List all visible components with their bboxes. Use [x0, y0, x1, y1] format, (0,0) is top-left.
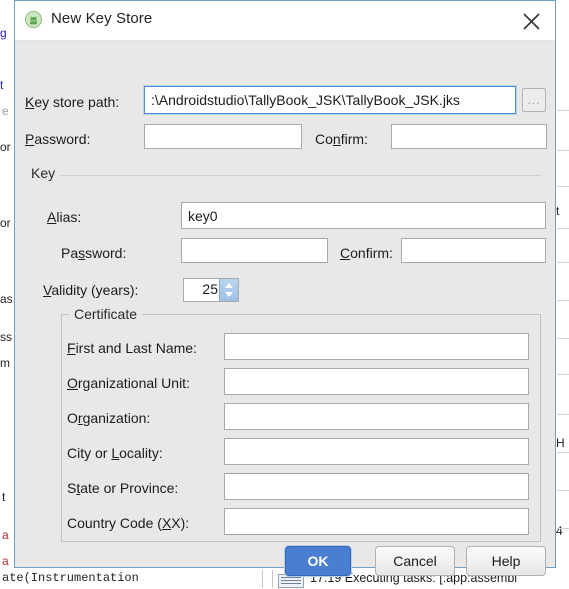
chevron-down-icon[interactable] — [225, 292, 233, 297]
city-or-locality-label: City or Locality: — [67, 445, 163, 461]
validity-years-stepper[interactable]: 25 — [183, 278, 239, 302]
background-rule — [557, 262, 569, 263]
chevron-up-icon[interactable] — [225, 283, 233, 288]
ok-button[interactable]: OK — [285, 546, 351, 576]
status-bar-left-text: ate(Instrumentation — [2, 571, 139, 585]
background-rule — [557, 452, 569, 453]
background-text-fragment: as — [0, 292, 13, 306]
key-group-legend: Key — [29, 165, 61, 181]
background-text-fragment: ss — [0, 330, 12, 344]
state-or-province-input[interactable] — [224, 473, 529, 500]
key-confirm-input[interactable] — [401, 238, 546, 263]
dialog-title: New Key Store — [51, 10, 153, 27]
background-right-gutter: t H 4 — [556, 0, 569, 568]
background-rule — [557, 490, 569, 491]
key-store-confirm-input[interactable] — [391, 124, 547, 149]
alias-label: Alias: — [47, 209, 82, 225]
close-button[interactable] — [509, 1, 555, 39]
first-and-last-name-input[interactable] — [224, 333, 529, 360]
key-store-password-label: Password: — [25, 131, 91, 147]
background-rule — [557, 228, 569, 229]
background-rule — [557, 414, 569, 415]
android-key-store-icon — [25, 11, 42, 28]
background-text-fragment: t — [2, 490, 6, 504]
background-text-fragment: t — [556, 204, 560, 218]
alias-input[interactable] — [181, 202, 546, 229]
key-store-path-label: Key store path: — [25, 94, 120, 110]
validity-years-value: 25 — [202, 281, 218, 297]
background-text-fragment: t — [0, 78, 4, 92]
background-text-fragment: or — [0, 140, 11, 154]
background-rule — [557, 110, 569, 111]
organizational-unit-label: Organizational Unit: — [67, 375, 190, 391]
certificate-group-legend: Certificate — [69, 306, 143, 322]
browse-key-store-path-button[interactable]: ... — [522, 88, 546, 112]
background-text-fragment: a — [2, 554, 9, 568]
key-group-separator — [29, 175, 541, 176]
cancel-button[interactable]: Cancel — [375, 546, 455, 576]
city-or-locality-input[interactable] — [224, 438, 529, 465]
background-rule — [557, 338, 569, 339]
background-text-fragment: H — [556, 436, 565, 450]
background-text-fragment: 4 — [556, 524, 563, 538]
state-or-province-label: State or Province: — [67, 480, 179, 496]
dialog-title-bar: New Key Store — [15, 1, 555, 41]
background-rule — [557, 186, 569, 187]
close-icon — [523, 13, 540, 30]
status-divider — [262, 570, 263, 588]
first-and-last-name-label: First and Last Name: — [67, 340, 197, 356]
background-text-fragment: g — [0, 26, 7, 40]
background-rule — [557, 374, 569, 375]
key-store-password-input[interactable] — [144, 124, 302, 149]
background-text-fragment: m — [0, 356, 10, 370]
validity-label: Validity (years): — [43, 282, 139, 298]
key-store-path-input[interactable] — [144, 86, 516, 114]
background-rule — [557, 150, 569, 151]
console-icon — [278, 574, 304, 588]
key-confirm-label: Confirm: — [340, 245, 393, 261]
help-button[interactable]: Help — [466, 546, 546, 576]
status-divider — [272, 570, 273, 588]
dialog-body: Key store path: ... Password: Confirm: K… — [15, 41, 555, 576]
background-text-fragment: e — [2, 104, 9, 118]
country-code-label: Country Code (XX): — [67, 515, 190, 531]
key-password-label: Password: — [61, 245, 127, 261]
background-rule — [557, 528, 569, 529]
key-password-input[interactable] — [181, 238, 328, 263]
organizational-unit-input[interactable] — [224, 368, 529, 395]
validity-spinner-buttons[interactable] — [219, 279, 238, 301]
background-text-fragment: a — [2, 528, 9, 542]
country-code-input[interactable] — [224, 508, 529, 535]
new-key-store-dialog: New Key Store Key store path: ... Passwo… — [14, 0, 556, 576]
organization-label: Organization: — [67, 410, 151, 426]
background-text-fragment: or — [0, 216, 11, 230]
key-store-confirm-label: Confirm: — [315, 131, 368, 147]
background-left-gutter: g t e or or as ss m t a a — [0, 0, 14, 568]
organization-input[interactable] — [224, 403, 529, 430]
background-rule — [557, 300, 569, 301]
